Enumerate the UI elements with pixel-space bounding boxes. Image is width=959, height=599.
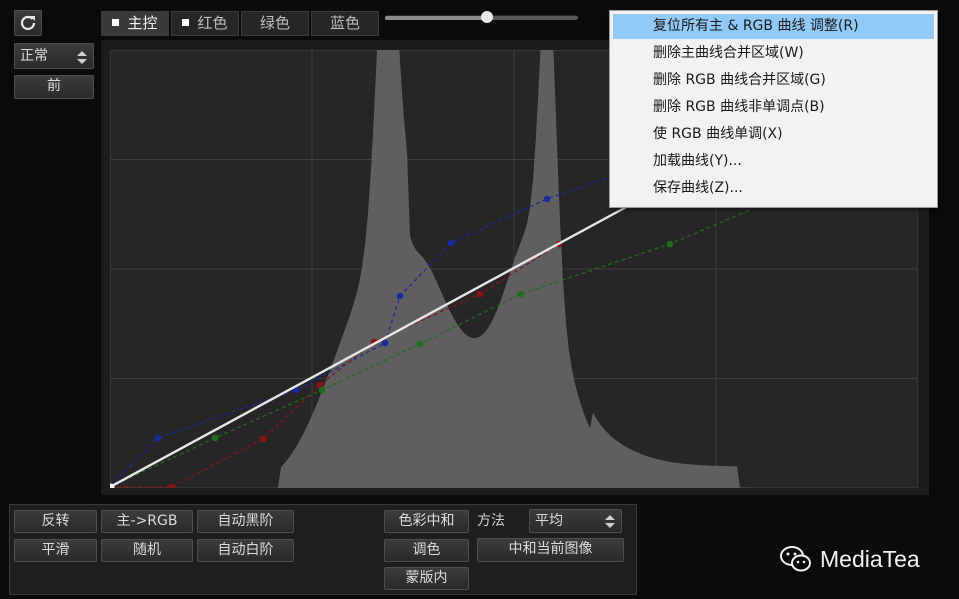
blue-curve-point — [381, 339, 389, 347]
color-neutralize-button[interactable]: 色彩中和 — [384, 510, 469, 533]
tab-label: 蓝色 — [329, 14, 360, 32]
tab-label: 主控 — [127, 14, 158, 32]
blue-curve-point — [447, 239, 455, 247]
menu-item-save-curve[interactable]: 保存曲线(Z)... — [613, 176, 934, 201]
green-curve-point — [318, 386, 326, 394]
method-label: 方法 — [477, 513, 505, 529]
tab-label: 红色 — [197, 14, 228, 32]
color-adjust-button[interactable]: 调色 — [384, 539, 469, 562]
reset-button[interactable] — [14, 10, 42, 36]
slider-track[interactable] — [385, 11, 578, 23]
context-menu: 复位所有主 & RGB 曲线 调整(R) 删除主曲线合并区域(W) 删除 RGB… — [609, 10, 938, 208]
master-to-rgb-button[interactable]: 主->RGB — [101, 510, 193, 533]
menu-item-delete-master-merge[interactable]: 删除主曲线合并区域(W) — [613, 41, 934, 66]
method-select[interactable]: 平均 — [529, 509, 622, 533]
random-button[interactable]: 随机 — [101, 539, 193, 562]
watermark: MediaTea — [780, 543, 920, 575]
refresh-icon — [20, 15, 36, 31]
green-curve-point — [666, 240, 674, 248]
tab-blue[interactable]: 蓝色 — [311, 11, 379, 36]
blue-curve-point — [396, 292, 404, 300]
green-curve-point — [211, 434, 219, 442]
slider-fill — [385, 16, 488, 20]
watermark-text: MediaTea — [820, 545, 920, 572]
mask-inside-button[interactable]: 蒙版内 — [384, 567, 469, 590]
menu-item-load-curve[interactable]: 加载曲线(Y)... — [613, 149, 934, 174]
blend-mode-select[interactable]: 正常 — [14, 43, 94, 69]
wechat-icon — [780, 546, 811, 572]
tab-master[interactable]: 主控 — [101, 11, 169, 36]
invert-button[interactable]: 反转 — [14, 510, 97, 533]
menu-item-delete-nonmonotonic[interactable]: 删除 RGB 曲线非单调点(B) — [613, 95, 934, 120]
auto-black-button[interactable]: 自动黑阶 — [197, 510, 294, 533]
blue-curve-point — [154, 434, 162, 442]
red-curve-point — [476, 290, 484, 298]
green-curve-point — [416, 340, 424, 348]
blue-curve-point — [543, 195, 551, 203]
checkbox-icon[interactable] — [182, 19, 190, 26]
method-value: 平均 — [535, 513, 563, 529]
tab-green[interactable]: 绿色 — [241, 11, 309, 36]
menu-item-make-monotonic[interactable]: 使 RGB 曲线单调(X) — [613, 122, 934, 147]
slider-thumb[interactable] — [481, 11, 494, 23]
red-curve-point — [259, 435, 267, 443]
blend-mode-value: 正常 — [20, 48, 48, 64]
tab-red[interactable]: 红色 — [171, 11, 239, 36]
tab-label: 绿色 — [259, 14, 290, 32]
smooth-button[interactable]: 平滑 — [14, 539, 97, 562]
menu-item-delete-rgb-merge[interactable]: 删除 RGB 曲线合并区域(G) — [613, 68, 934, 93]
green-curve-point — [517, 290, 525, 298]
auto-white-button[interactable]: 自动白阶 — [197, 539, 294, 562]
menu-item-reset-all[interactable]: 复位所有主 & RGB 曲线 调整(R) — [613, 14, 934, 39]
checkbox-icon[interactable] — [112, 19, 120, 26]
before-button[interactable]: 前 — [14, 75, 94, 99]
neutralize-current-button[interactable]: 中和当前图像 — [477, 538, 624, 562]
